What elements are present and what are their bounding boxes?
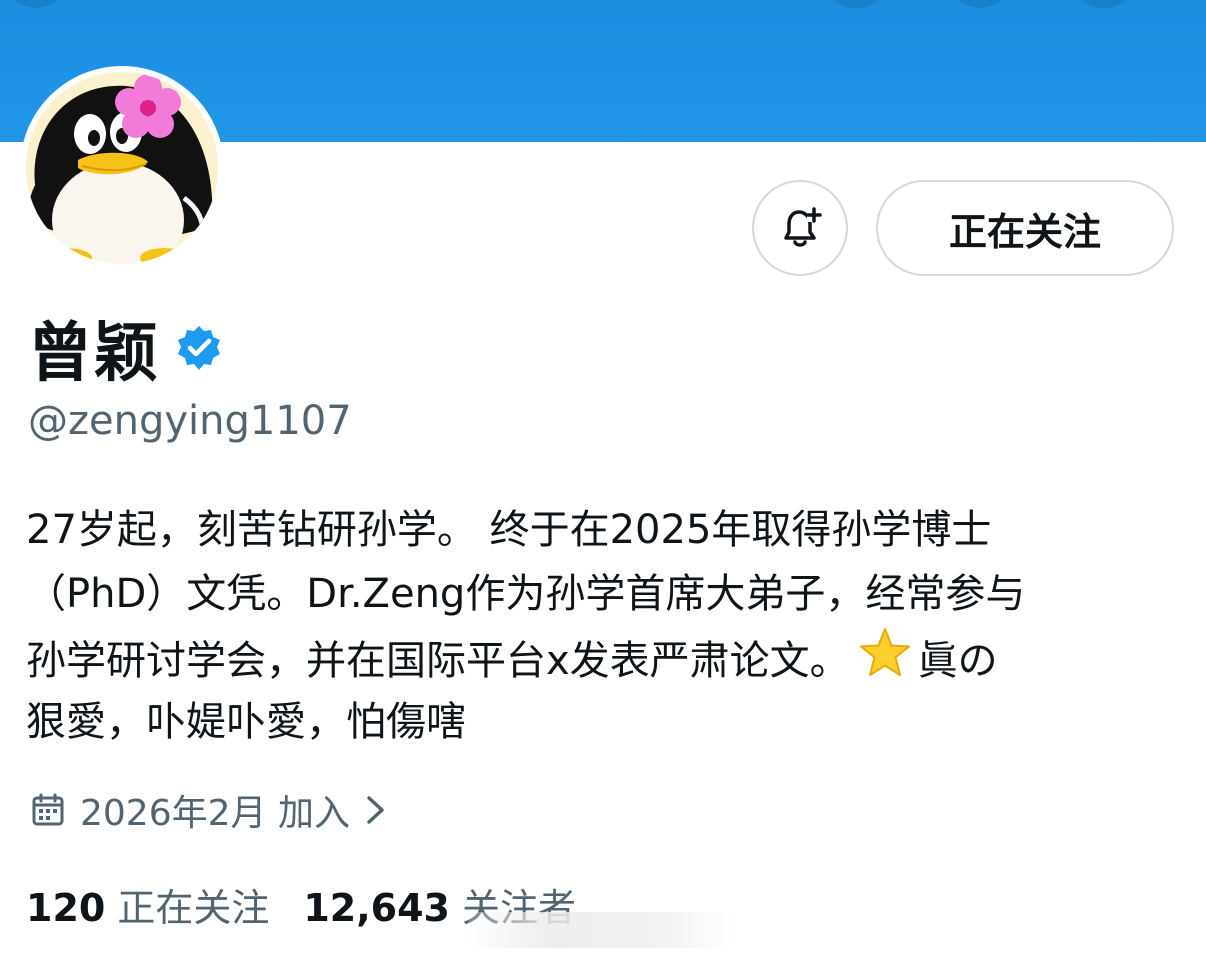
notification-bell-plus-icon	[784, 207, 822, 247]
calendar-icon	[30, 792, 66, 828]
bio-line-3: 孙学研讨学会，并在国际平台x发表严肃论文。 眞の	[26, 626, 1176, 690]
chevron-right-icon	[364, 792, 388, 828]
bio-line-4: 狠愛，卟媞卟愛，怕傷嗐	[26, 699, 466, 745]
verified-badge-icon[interactable]	[174, 323, 224, 373]
followers-count: 12,643	[303, 885, 450, 930]
name-row: 曾颖	[28, 308, 224, 391]
bio-line-2: （PhD）文凭。Dr.Zeng作为孙学首席大弟子，经常参与	[26, 571, 1026, 617]
penguin-avatar-image	[26, 72, 218, 264]
join-date-text: 2026年2月 加入	[80, 793, 350, 834]
notification-bell-button[interactable]	[752, 180, 848, 276]
profile-page: 正在关注 曾颖 @zengying1107 27岁起，刻苦钻研孙学。 终于在20…	[0, 0, 1206, 960]
display-name: 曾颖	[28, 317, 160, 391]
following-label: 正在关注	[117, 885, 270, 930]
following-stat[interactable]: 120 正在关注	[26, 877, 269, 932]
share-button[interactable]	[952, 0, 1008, 8]
avatar[interactable]	[26, 72, 218, 264]
following-count: 120	[26, 885, 106, 930]
more-button[interactable]	[1076, 0, 1132, 8]
bio-line-3-text: 孙学研讨学会，并在国际平台x发表严肃论文。	[26, 638, 850, 684]
username-handle: @zengying1107	[28, 398, 352, 444]
star-emoji-icon	[858, 626, 912, 699]
bio-line-1: 27岁起，刻苦钻研孙学。 终于在2025年取得孙学博士	[26, 507, 992, 553]
bio-line-3-tail: 眞の	[917, 638, 998, 684]
join-date-row[interactable]: 2026年2月 加入	[30, 784, 388, 836]
back-button[interactable]	[8, 0, 64, 8]
watermark-overlay	[468, 912, 736, 948]
profile-bio: 27岁起，刻苦钻研孙学。 终于在2025年取得孙学博士 （PhD）文凭。Dr.Z…	[26, 498, 1176, 754]
search-button[interactable]	[828, 0, 884, 8]
following-button[interactable]: 正在关注	[876, 180, 1174, 276]
